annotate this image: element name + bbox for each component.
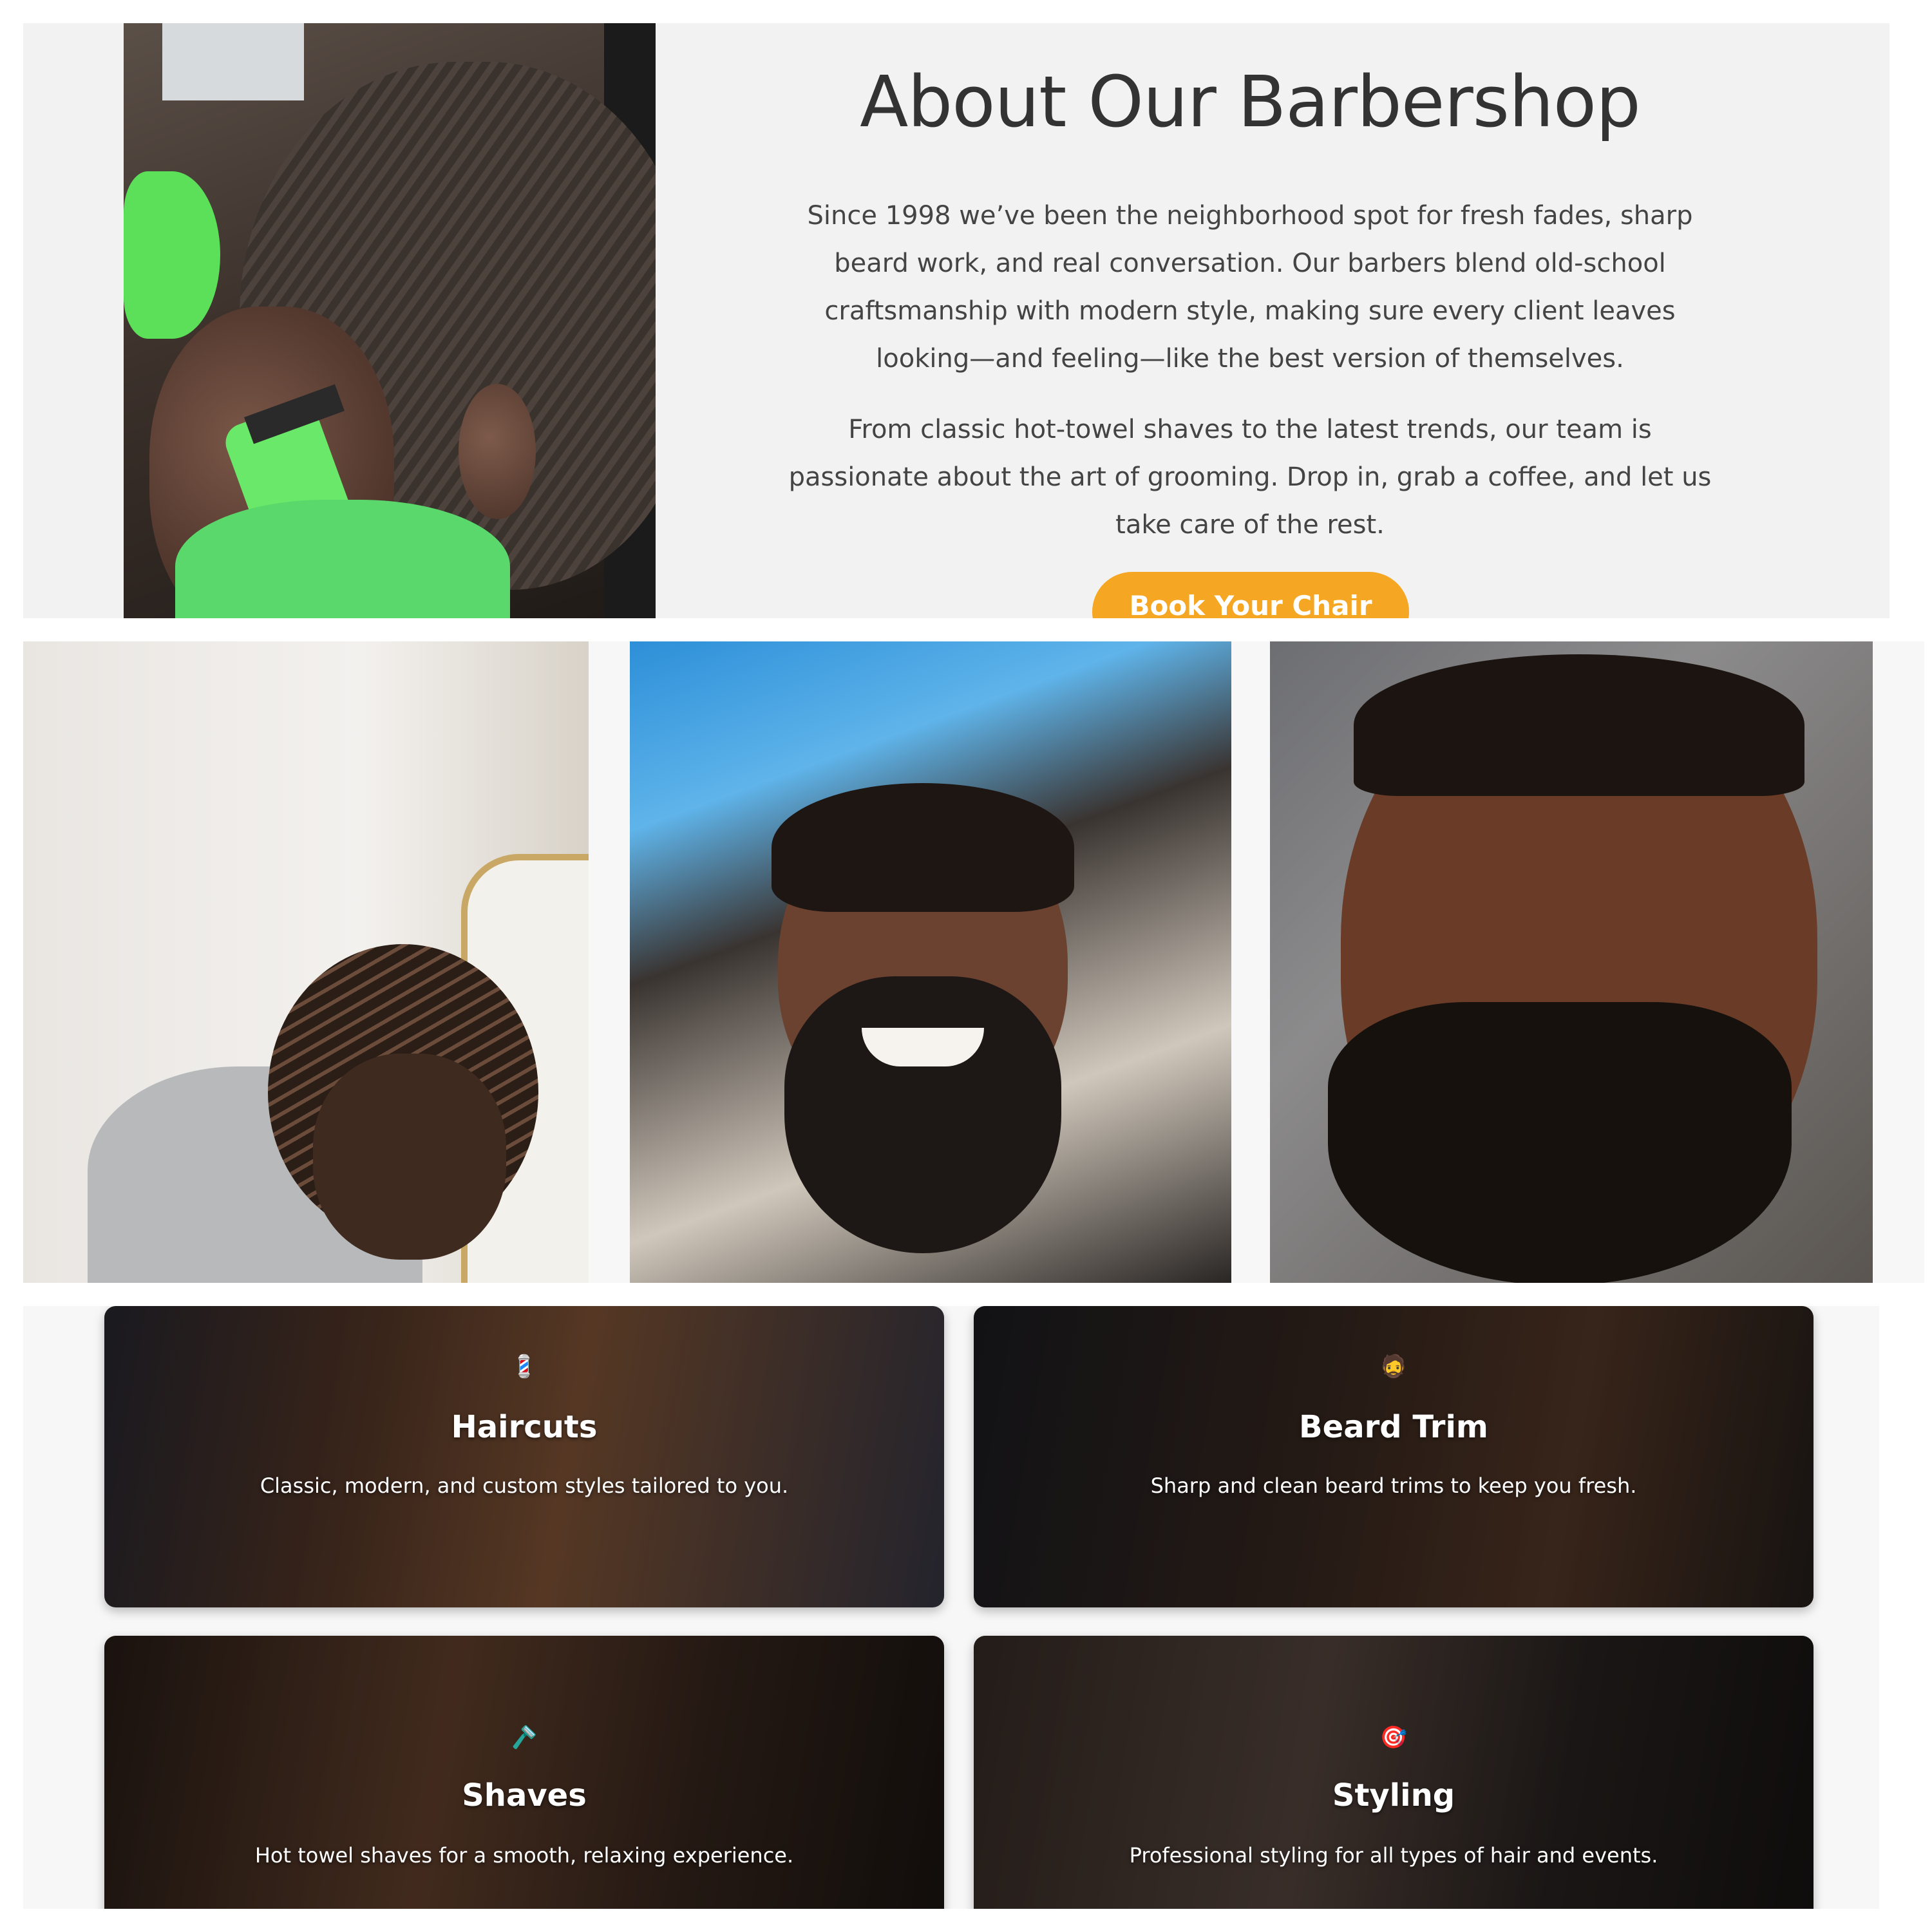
service-title: Beard Trim	[1299, 1409, 1488, 1445]
service-description: Hot towel shaves for a smooth, relaxing …	[254, 1843, 794, 1868]
service-card-styling[interactable]: 🎯 Styling Professional styling for all t…	[974, 1636, 1814, 1909]
service-title: Haircuts	[451, 1409, 598, 1445]
barber-pole-icon: 💈	[510, 1354, 538, 1379]
service-title: Styling	[1332, 1777, 1455, 1814]
target-icon: 🎯	[1379, 1725, 1408, 1750]
bearded-person-icon: 🧔	[1379, 1354, 1408, 1379]
gallery-photo-beard-portrait	[1270, 641, 1873, 1283]
gallery-photo-braids	[23, 641, 589, 1283]
book-your-chair-button[interactable]: Book Your Chair	[1092, 572, 1409, 618]
service-card-haircuts[interactable]: 💈 Haircuts Classic, modern, and custom s…	[104, 1306, 944, 1607]
service-card-beard-trim[interactable]: 🧔 Beard Trim Sharp and clean beard trims…	[974, 1306, 1814, 1607]
service-title: Shaves	[462, 1777, 587, 1814]
about-paragraph-2: From classic hot-towel shaves to the lat…	[788, 415, 1712, 540]
gallery-photo-beard-smile	[630, 641, 1231, 1283]
service-description: Professional styling for all types of ha…	[1129, 1843, 1658, 1868]
about-section: About Our Barbershop Since 1998 we’ve be…	[23, 23, 1889, 618]
photo-gallery	[23, 641, 1924, 1283]
services-section: 💈 Haircuts Classic, modern, and custom s…	[23, 1306, 1879, 1909]
service-description: Sharp and clean beard trims to keep you …	[1150, 1473, 1637, 1498]
razor-icon: 🪒	[510, 1725, 538, 1750]
service-description: Classic, modern, and custom styles tailo…	[260, 1473, 789, 1498]
about-paragraph-1: Since 1998 we’ve been the neighborhood s…	[807, 201, 1693, 374]
service-card-shaves[interactable]: 🪒 Shaves Hot towel shaves for a smooth, …	[104, 1636, 944, 1909]
about-photo-clipper-haircut	[124, 23, 656, 618]
about-title: About Our Barbershop	[860, 61, 1641, 143]
